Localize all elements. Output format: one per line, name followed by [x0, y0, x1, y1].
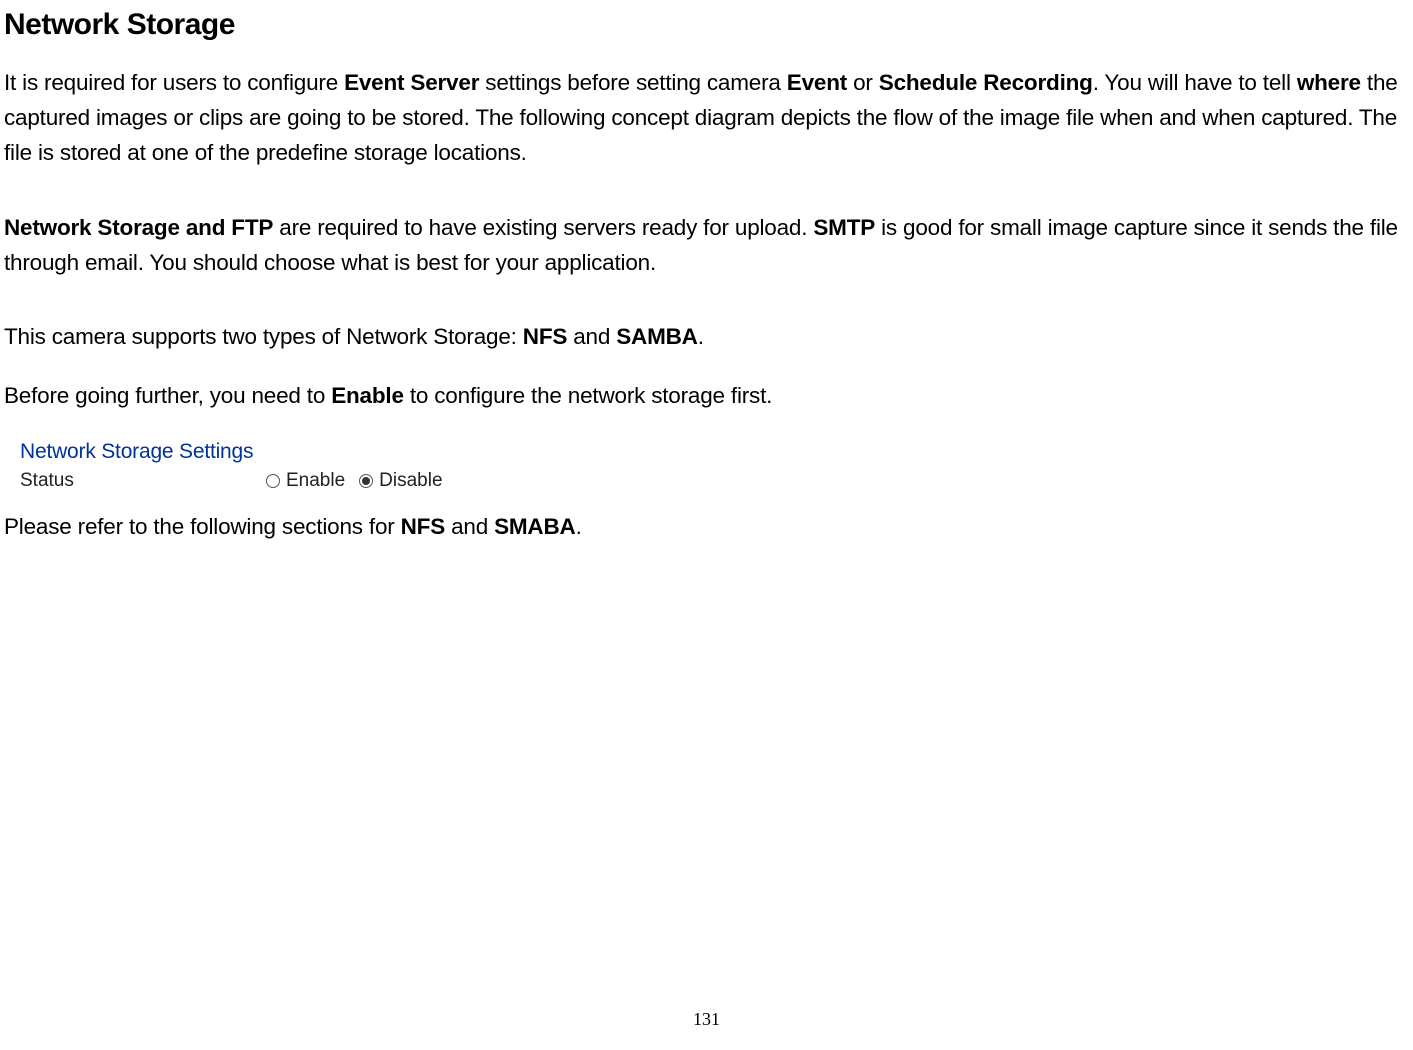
bold-schedule-recording: Schedule Recording	[879, 70, 1093, 95]
page-title: Network Storage	[4, 8, 1409, 42]
text: Before going further, you need to	[4, 383, 331, 408]
refer-paragraph: Please refer to the following sections f…	[4, 510, 1409, 545]
page-number: 131	[0, 1009, 1413, 1030]
bold-smaba: SMABA	[494, 514, 576, 539]
text: settings before setting camera	[479, 70, 787, 95]
status-label: Status	[20, 470, 266, 492]
text: This camera supports two types of Networ…	[4, 324, 523, 349]
text: or	[847, 70, 879, 95]
text: are required to have existing servers re…	[273, 215, 813, 240]
bold-nfs: NFS	[523, 324, 567, 349]
text: It is required for users to configure	[4, 70, 344, 95]
text: to configure the network storage first.	[404, 383, 772, 408]
text: Please refer to the following sections f…	[4, 514, 401, 539]
enable-paragraph: Before going further, you need to Enable…	[4, 379, 1409, 414]
bold-smtp: SMTP	[813, 215, 875, 240]
panel-heading: Network Storage Settings	[20, 440, 1409, 464]
status-radio-group: Enable Disable	[266, 470, 453, 492]
text: .	[576, 514, 582, 539]
bold-event-server: Event Server	[344, 70, 479, 95]
settings-screenshot: Network Storage Settings Status Enable D…	[20, 440, 1409, 492]
disable-radio[interactable]	[359, 474, 373, 488]
bold-enable: Enable	[331, 383, 404, 408]
intro-paragraph-2: Network Storage and FTP are required to …	[4, 211, 1409, 281]
status-row: Status Enable Disable	[20, 470, 1409, 492]
bold-event: Event	[787, 70, 847, 95]
enable-radio-label: Enable	[286, 470, 345, 492]
bold-where: where	[1297, 70, 1361, 95]
bold-samba: SAMBA	[616, 324, 698, 349]
bold-network-storage-ftp: Network Storage and FTP	[4, 215, 273, 240]
intro-paragraph-1: It is required for users to configure Ev…	[4, 66, 1409, 171]
text: and	[445, 514, 494, 539]
text: . You will have to tell	[1093, 70, 1297, 95]
disable-radio-label: Disable	[379, 470, 442, 492]
text: and	[567, 324, 616, 349]
supported-types-paragraph: This camera supports two types of Networ…	[4, 320, 1409, 355]
text: .	[698, 324, 704, 349]
bold-nfs-2: NFS	[401, 514, 445, 539]
enable-radio[interactable]	[266, 474, 280, 488]
